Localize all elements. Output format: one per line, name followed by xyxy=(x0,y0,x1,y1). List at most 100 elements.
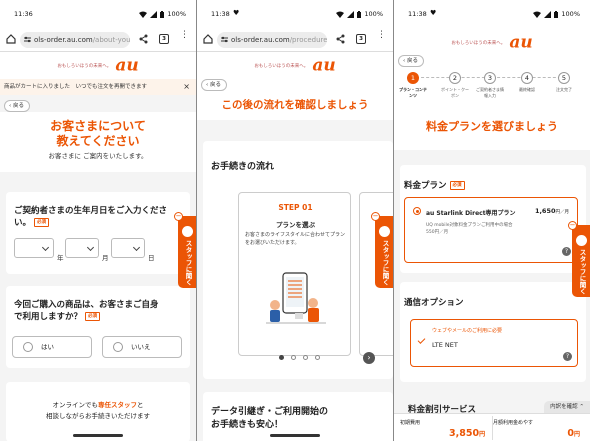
step-card[interactable]: STEP 01 プランを選ぶ お客さまのライフスタイルに合わせてプランをお選びい… xyxy=(238,192,351,356)
carousel-dot[interactable] xyxy=(303,355,308,360)
status-time: 11:38 xyxy=(408,10,427,18)
self-use-yes-radio[interactable]: はい xyxy=(12,336,92,358)
wifi-icon xyxy=(139,11,148,18)
site-settings-icon[interactable] xyxy=(221,36,228,43)
more-menu-icon[interactable]: ⋮ xyxy=(180,31,189,40)
home-indicator xyxy=(73,434,123,437)
brand-logo-text: au xyxy=(115,55,139,76)
carousel-next-button[interactable]: › xyxy=(363,352,375,364)
step-label: 最終確認 xyxy=(519,87,535,92)
tab-switcher-button[interactable]: 3 xyxy=(159,34,169,44)
middle-screenshot: 11:38 ♥ 100% ols-order.au.com/procedure … xyxy=(197,0,393,441)
minus-icon[interactable]: − xyxy=(568,221,577,230)
staff-avatar-icon xyxy=(576,235,587,246)
online-text-post: と xyxy=(137,401,144,409)
plan-name: au Starlink Direct専用プラン xyxy=(426,210,516,217)
step-number: STEP 01 xyxy=(278,203,313,212)
monthly-cost-label: 月額利用金めやす xyxy=(493,420,534,426)
self-use-no-radio[interactable]: いいえ xyxy=(102,336,182,358)
carousel-dot-active[interactable] xyxy=(279,355,284,360)
back-button[interactable]: ‹ 戻る xyxy=(4,100,30,112)
chevron-up-icon: ⌃ xyxy=(579,404,584,410)
au-logo[interactable]: おもしろいほうの未来へ。 au xyxy=(0,55,196,76)
url-host: ols-order.au.com xyxy=(231,36,290,44)
back-button[interactable]: ‹ 戻る xyxy=(398,55,424,67)
brand-logo-text: au xyxy=(312,55,336,76)
ask-staff-tab[interactable]: − スタッフに聞く xyxy=(174,212,196,288)
help-icon[interactable]: ? xyxy=(562,247,571,256)
cart-notice: 商品がカートに入りました いつでも注文を再開できます × xyxy=(0,79,196,95)
birth-year-select[interactable] xyxy=(14,238,54,258)
au-logo[interactable]: おもしろいほうの未来へ。 au xyxy=(197,55,393,76)
brand-tagline: おもしろいほうの未来へ。 xyxy=(57,63,112,69)
ask-staff-label: スタッフに聞く xyxy=(578,249,586,295)
online-text-line2: 相談しながらお手続きいただけます xyxy=(46,412,150,420)
initial-cost-value: 3,850円 xyxy=(449,428,486,439)
day-unit: 日 xyxy=(148,254,155,262)
self-use-question-line1: 今回ご購入の商品は、お客さまご自身 xyxy=(14,300,159,310)
site-settings-icon[interactable] xyxy=(24,36,31,43)
flow-card: お手続きの流れ STEP 01 プランを選ぶ お客さまのライフスタイルに合わせて… xyxy=(203,141,393,379)
page-title-line1: お客さまについて xyxy=(50,119,146,133)
option-lte-net[interactable]: ウェブやメールのご利用に必要 LTE NET ? xyxy=(410,319,578,367)
address-bar[interactable]: ols-order.au.com/about-you xyxy=(20,32,130,48)
au-logo[interactable]: おもしろいほうの未来へ。 au xyxy=(394,32,590,53)
more-menu-icon[interactable]: ⋮ xyxy=(377,31,386,40)
left-screenshot: 11:36 100% ols-order.au.com/about-you 3 … xyxy=(0,0,196,441)
ask-staff-tab[interactable]: − スタッフに聞く xyxy=(568,221,590,297)
ask-staff-tab[interactable]: − スタッフに聞く xyxy=(371,212,393,288)
home-icon[interactable] xyxy=(6,34,16,44)
price-footer: 初期費用 3,850円 月額利用金めやす 0円 xyxy=(394,413,590,441)
back-label: 戻る xyxy=(12,103,24,109)
right-screenshot: 11:38 ♥ 100% おもしろいほうの未来へ。 au ‹ 戻る 1 2 3 4… xyxy=(394,0,590,441)
help-icon[interactable]: ? xyxy=(563,352,572,361)
minus-icon[interactable]: − xyxy=(174,212,183,221)
status-time: 11:36 xyxy=(14,10,33,18)
plan-option-selected[interactable]: au Starlink Direct専用プラン 1,650円／月 UQ mobi… xyxy=(404,197,578,263)
brand-logo-text: au xyxy=(509,32,533,53)
initial-cost-label: 初期費用 xyxy=(400,420,421,426)
self-use-card: 今回ご購入の商品は、お客さまご自身 で利用しますか？ 必須 はい いいえ xyxy=(6,286,190,368)
close-icon[interactable]: × xyxy=(183,79,190,95)
battery-level: 100% xyxy=(364,10,383,18)
tab-switcher-button[interactable]: 3 xyxy=(356,34,366,44)
step-indicator: 3 xyxy=(484,72,496,84)
back-button[interactable]: ‹ 戻る xyxy=(201,79,227,91)
step-indicator: 2 xyxy=(449,72,461,84)
carousel-dot[interactable] xyxy=(291,355,296,360)
staff-avatar-icon xyxy=(182,226,193,237)
address-bar[interactable]: ols-order.au.com/procedure xyxy=(217,32,327,48)
brand-tagline: おもしろいほうの未来へ。 xyxy=(254,63,309,69)
birth-month-select[interactable] xyxy=(65,238,99,258)
browser-toolbar: ols-order.au.com/procedure 3 ⋮ xyxy=(197,28,393,52)
page-title: 料金プランを選びましょう xyxy=(426,120,558,133)
home-indicator xyxy=(270,434,320,437)
share-icon[interactable] xyxy=(139,34,148,44)
plan-price: 1,650円／月 xyxy=(534,207,569,215)
minus-icon[interactable]: − xyxy=(371,212,380,221)
carousel-dot[interactable] xyxy=(315,355,320,360)
birth-day-select[interactable] xyxy=(111,238,145,258)
birthday-question-line2: い。 xyxy=(14,218,32,228)
plan-card: 料金プラン 必須 au Starlink Direct専用プラン 1,650円／月… xyxy=(400,165,586,273)
home-icon[interactable] xyxy=(203,34,213,44)
year-unit: 年 xyxy=(57,254,64,262)
carousel-dots xyxy=(279,355,320,360)
share-icon[interactable] xyxy=(336,34,345,44)
view-breakdown-button[interactable]: 内訳を確認 ⌃ xyxy=(544,401,590,413)
step-label: ご契約者さま情 報入力 xyxy=(476,87,504,98)
required-badge: 必須 xyxy=(449,181,465,190)
online-consult-text: オンラインでも専任スタッフと 相談しながらお手続きいただけます xyxy=(6,400,190,422)
status-bar: 11:38 ♥ 100% xyxy=(394,0,590,28)
signal-icon xyxy=(347,10,355,18)
required-badge: 必須 xyxy=(85,312,101,321)
status-time: 11:38 xyxy=(211,10,230,18)
battery-icon xyxy=(554,10,559,18)
step-label: ポイント・クー ポン xyxy=(441,87,469,98)
url-path: /procedure xyxy=(289,36,327,44)
option-section-title: 通信オプション xyxy=(404,298,464,308)
status-bar: 11:38 ♥ 100% xyxy=(197,0,393,28)
back-label: 戻る xyxy=(209,82,221,88)
step-indicator: 5 xyxy=(558,72,570,84)
option-card: 通信オプション ウェブやメールのご利用に必要 LTE NET ? xyxy=(400,282,586,382)
